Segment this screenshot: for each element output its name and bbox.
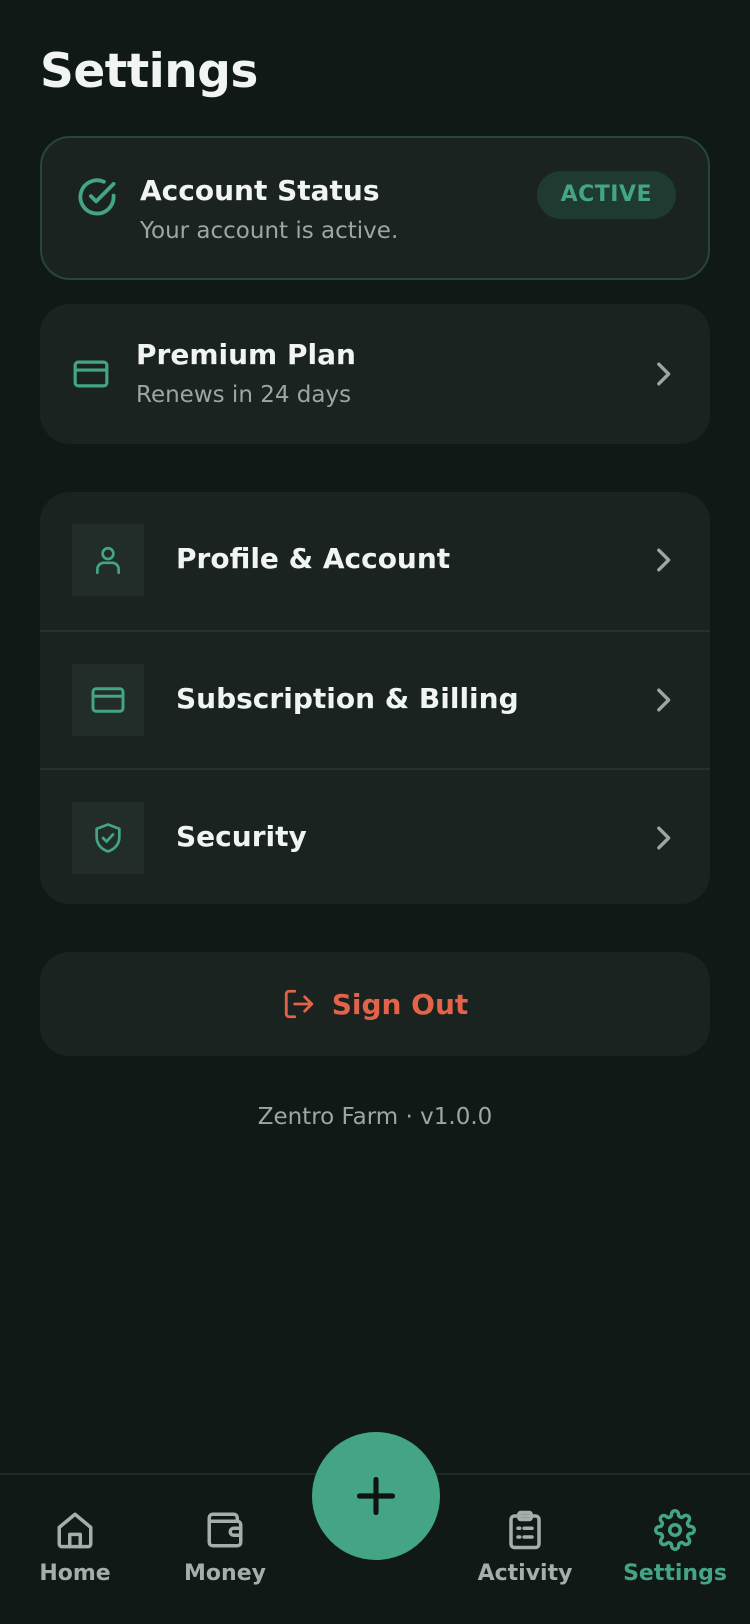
chevron-right-icon xyxy=(657,826,671,850)
page-title: Settings xyxy=(40,44,258,99)
log-out-icon xyxy=(284,989,313,1019)
home-icon xyxy=(57,1512,93,1549)
plan-subtitle: Renews in 24 days xyxy=(136,382,352,408)
sign-out-button[interactable]: Sign Out xyxy=(40,952,710,1056)
account-status-card: Account Status Your account is active. A… xyxy=(40,136,710,280)
shield-check-icon xyxy=(95,823,121,853)
plus-icon xyxy=(356,1476,396,1516)
credit-card-icon xyxy=(73,360,109,388)
menu-icon-box xyxy=(72,802,144,874)
tab-label: Home xyxy=(39,1561,111,1586)
menu-item-label: Profile & Account xyxy=(176,542,451,575)
tab-label: Settings xyxy=(623,1561,727,1586)
chevron-right-icon xyxy=(657,548,671,572)
account-status-title: Account Status xyxy=(140,174,380,207)
tab-label: Money xyxy=(184,1561,266,1586)
tab-activity[interactable]: Activity xyxy=(450,1475,600,1624)
gear-icon xyxy=(654,1509,696,1551)
credit-card-icon xyxy=(91,687,125,713)
add-button[interactable] xyxy=(312,1432,440,1560)
menu-icon-box xyxy=(72,664,144,736)
sign-out-label: Sign Out xyxy=(331,987,469,1021)
check-circle-icon xyxy=(78,178,116,216)
chevron-right-icon xyxy=(657,362,671,386)
clipboard-list-icon xyxy=(509,1510,541,1550)
premium-plan-card[interactable]: Premium Plan Renews in 24 days xyxy=(40,304,710,444)
status-badge: ACTIVE xyxy=(536,171,676,219)
menu-item-subscription[interactable]: Subscription & Billing xyxy=(40,630,710,768)
tab-settings[interactable]: Settings xyxy=(600,1475,750,1624)
chevron-right-icon xyxy=(657,688,671,712)
user-icon xyxy=(96,546,120,575)
account-status-subtitle: Your account is active. xyxy=(140,218,399,244)
tab-label: Activity xyxy=(477,1561,573,1586)
tab-home[interactable]: Home xyxy=(0,1475,150,1624)
menu-item-security[interactable]: Security xyxy=(40,768,710,904)
settings-menu: Profile & Account Subscription & Billing… xyxy=(40,492,710,904)
tab-money[interactable]: Money xyxy=(150,1475,300,1624)
menu-item-label: Subscription & Billing xyxy=(176,682,519,715)
menu-icon-box xyxy=(72,524,144,596)
wallet-icon xyxy=(207,1512,243,1548)
menu-item-profile[interactable]: Profile & Account xyxy=(40,492,710,630)
app-version: Zentro Farm · v1.0.0 xyxy=(257,1104,493,1130)
plan-title: Premium Plan xyxy=(136,338,356,371)
menu-item-label: Security xyxy=(176,820,307,853)
